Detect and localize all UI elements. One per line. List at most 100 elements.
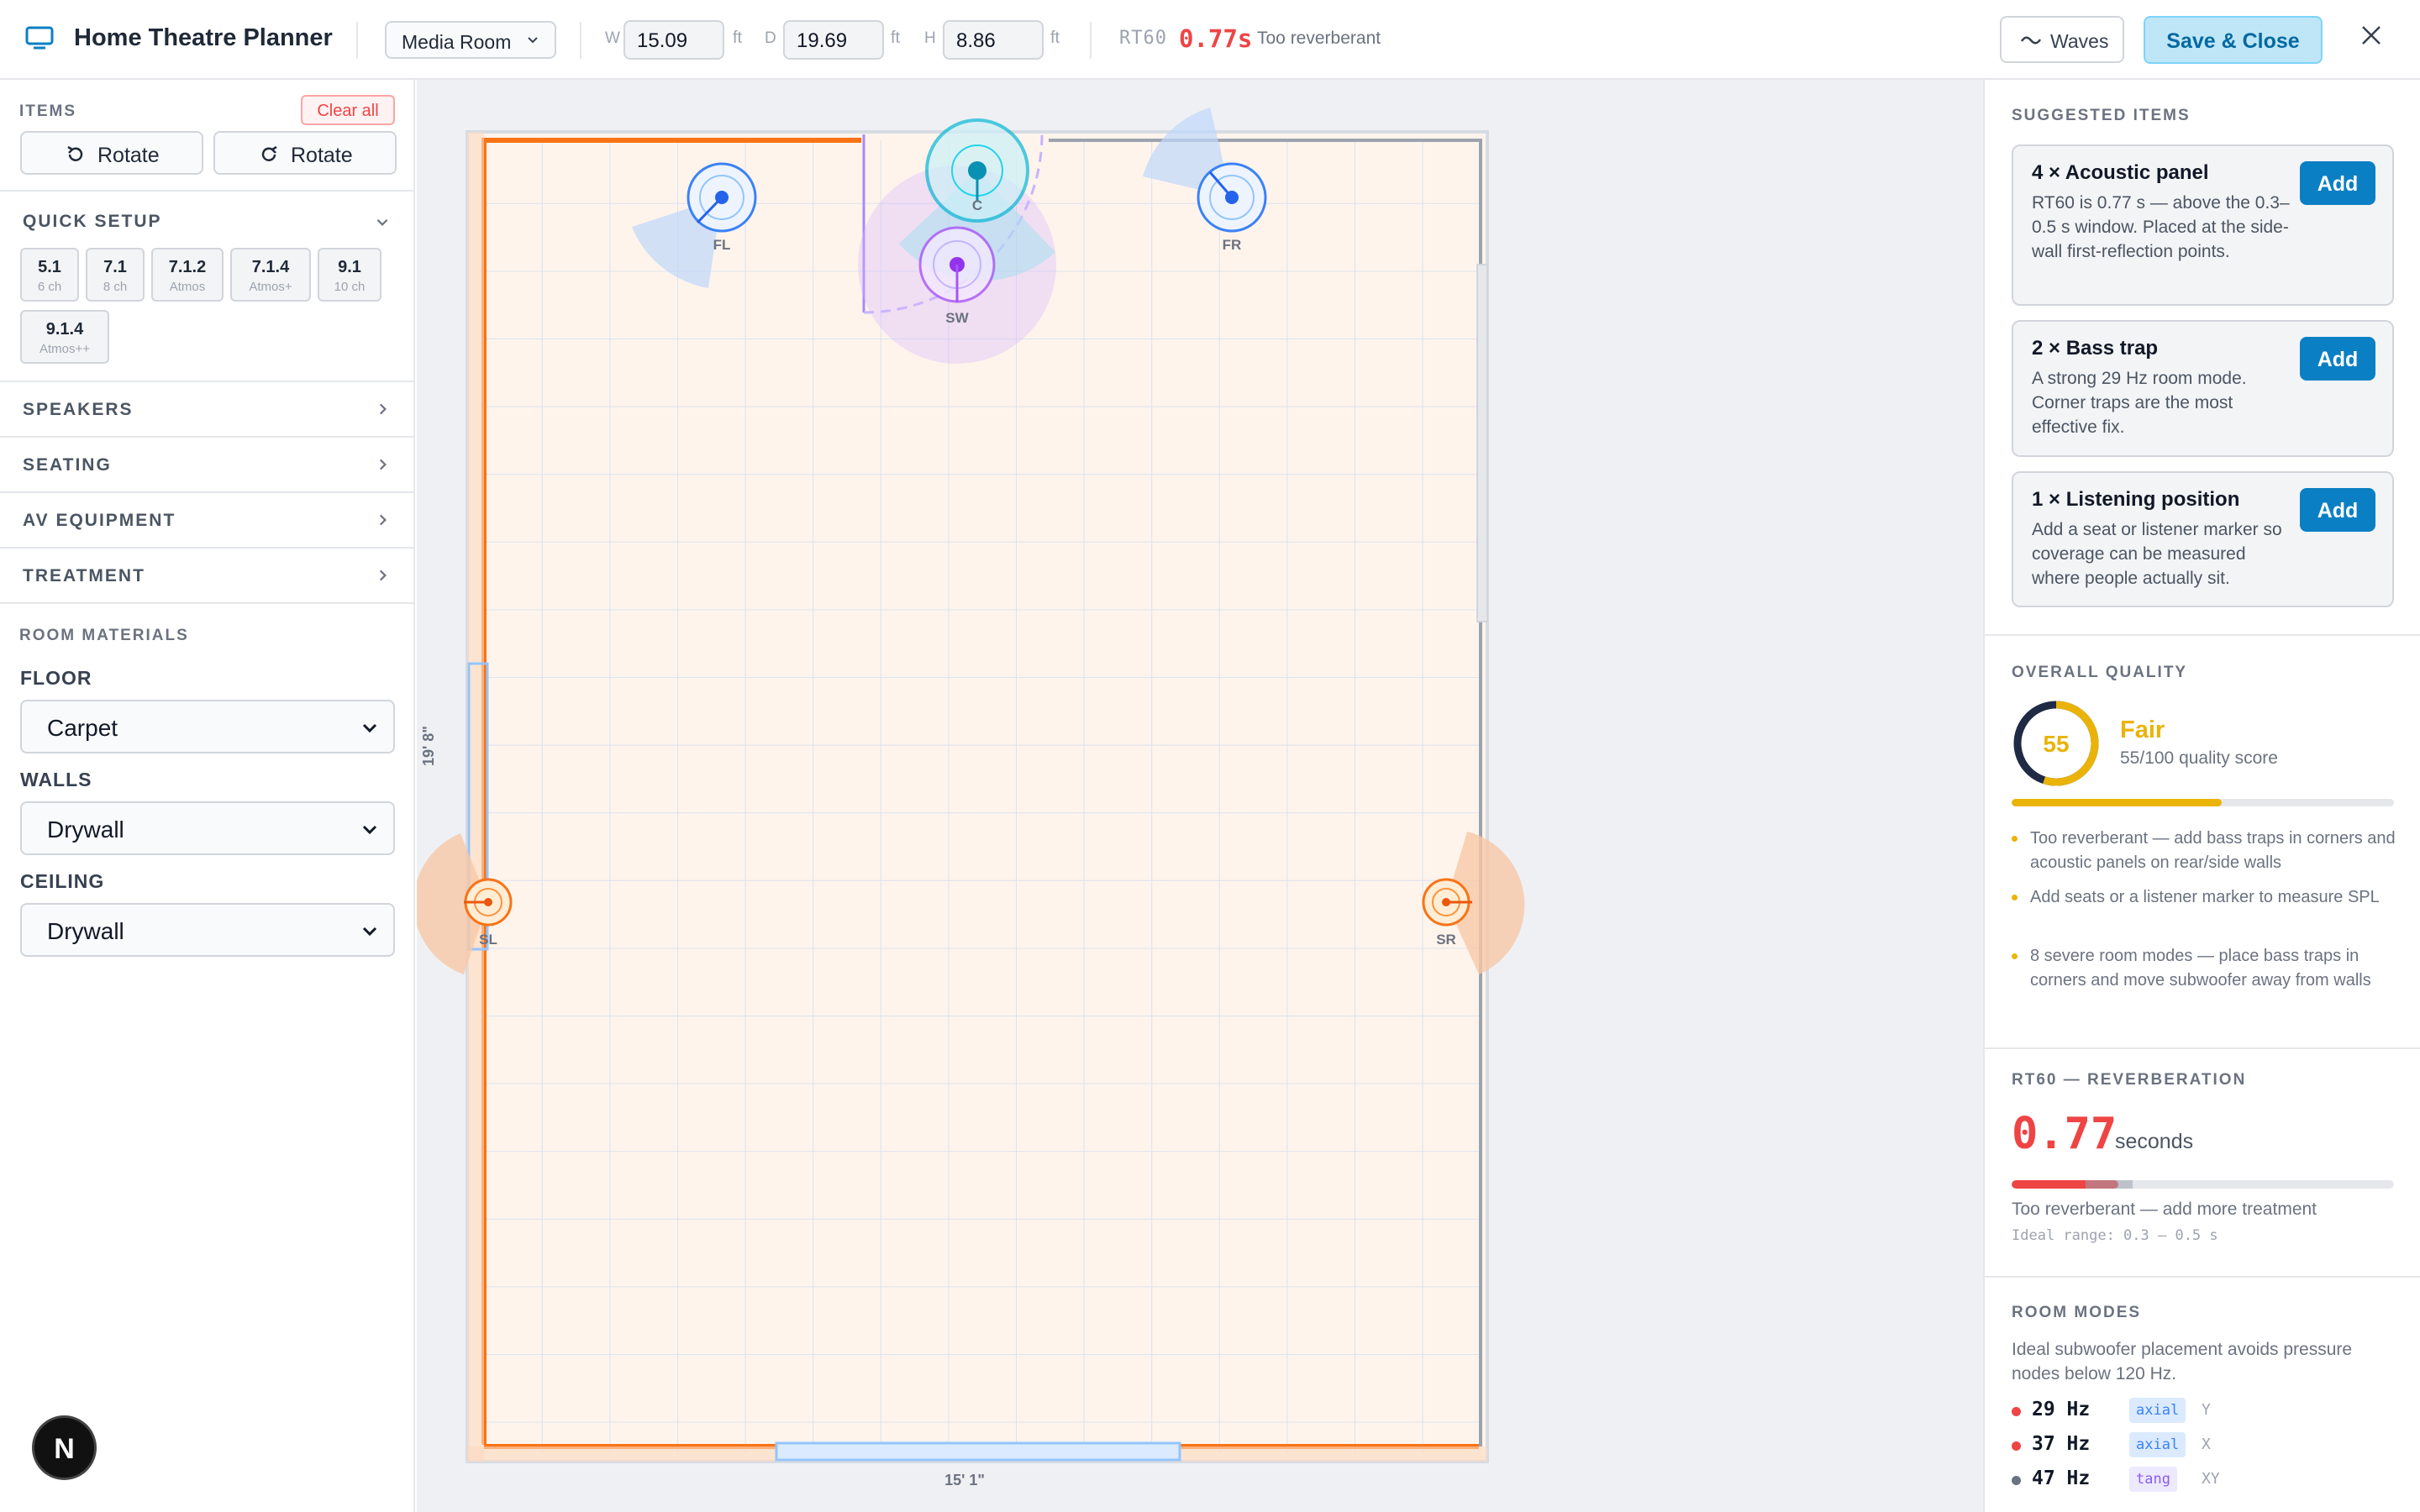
bullet-dot: [2012, 895, 2018, 900]
clear-all-button[interactable]: Clear all: [301, 95, 395, 125]
room-canvas[interactable]: 19' 8" 15' 1" FL FR C SW SL SR: [417, 80, 1983, 1512]
quick-setup-5-1[interactable]: 5.1 6 ch: [20, 248, 79, 302]
quick-setup-title: 7.1.2: [168, 258, 207, 276]
ceiling-material-value: Drywall: [47, 918, 124, 944]
rt60-status: Too reverberant: [1257, 29, 1381, 48]
add-acoustic-panel-button[interactable]: Add: [2300, 161, 2375, 205]
section-seating[interactable]: SEATING: [0, 438, 415, 491]
rt60-value: 0.77s: [1179, 24, 1253, 53]
chevron-down-icon: [528, 37, 538, 44]
quick-setup-sub: Atmos: [169, 280, 206, 294]
rt60-section-label: RT60 — REVERBERATION: [2012, 1071, 2247, 1089]
quick-setup-sub: 10 ch: [334, 280, 366, 294]
mode-frequency: 47 Hz: [2032, 1467, 2091, 1489]
quality-subtitle: 55/100 quality score: [2120, 748, 2278, 768]
add-listening-position-button[interactable]: Add: [2300, 488, 2375, 532]
chevron-down-icon: [362, 825, 377, 835]
chevron-right-icon: [379, 514, 387, 526]
speaker-fl-label: FL: [713, 237, 731, 253]
rotate-ccw-button[interactable]: Rotate: [20, 131, 203, 175]
divider: [1985, 1276, 2420, 1278]
top-toolbar: Home Theatre Planner Media Room W 15.09 …: [0, 0, 2420, 80]
section-label: SPEAKERS: [23, 400, 134, 419]
depth-dimension: 19' 8": [420, 726, 437, 766]
quality-note: 8 severe room modes — place bass traps i…: [2012, 944, 2398, 993]
chevron-down-icon: [362, 927, 377, 937]
mode-type: tang: [2129, 1467, 2177, 1492]
speaker-sw-label: SW: [945, 310, 969, 326]
close-icon[interactable]: [2360, 24, 2383, 47]
chevron-right-icon: [379, 570, 387, 581]
quality-note-text: 8 severe room modes — place bass traps i…: [2030, 947, 2371, 990]
room-preset-value: Media Room: [402, 31, 512, 53]
rotate-cw-button[interactable]: Rotate: [213, 131, 397, 175]
section-treatment[interactable]: TREATMENT: [0, 549, 415, 602]
quality-gauge: 55: [2013, 701, 2099, 786]
speaker-sr-label: SR: [1436, 932, 1456, 948]
waves-label: Waves: [2050, 30, 2109, 52]
floor-plan[interactable]: 19' 8" 15' 1" FL FR C SW SL SR: [417, 80, 1983, 1512]
section-label: AV EQUIPMENT: [23, 511, 176, 530]
save-close-button[interactable]: Save & Close: [2144, 16, 2323, 64]
quality-bar: [2012, 799, 2394, 806]
depth-input[interactable]: 19.69: [783, 20, 884, 60]
suggestion-desc: A strong 29 Hz room mode. Corner traps a…: [2032, 369, 2247, 437]
quality-note: Too reverberant — add bass traps in corn…: [2012, 827, 2398, 875]
rt60-ideal-text: Ideal range: 0.3 – 0.5 s: [2012, 1227, 2218, 1244]
floor-material-select[interactable]: Carpet: [20, 700, 395, 753]
width-label: W: [605, 29, 620, 47]
speaker-c[interactable]: C: [925, 118, 1029, 223]
walls-material-select[interactable]: Drywall: [20, 801, 395, 855]
divider: [0, 602, 415, 604]
bullet-dot: [2012, 953, 2018, 959]
rt60-unit: seconds: [2115, 1130, 2194, 1153]
quick-setup-7-1[interactable]: 7.1 8 ch: [86, 248, 145, 302]
room-mode-row: 29 Hz axial Y: [2012, 1396, 2398, 1430]
quick-setup-title: 7.1: [103, 258, 127, 276]
section-av-equipment[interactable]: AV EQUIPMENT: [0, 493, 415, 547]
suggestion-title: 2 × Bass trap: [2032, 337, 2159, 360]
mode-type: axial: [2129, 1432, 2186, 1457]
room-modes-desc: Ideal subwoofer placement avoids pressur…: [2012, 1340, 2353, 1383]
add-bass-trap-button[interactable]: Add: [2300, 337, 2375, 381]
rt60-advice: Too reverberant — add more treatment: [2012, 1200, 2317, 1219]
waves-button[interactable]: Waves: [2000, 16, 2124, 63]
analysis-panel: SUGGESTED ITEMS 4 × Acoustic panel RT60 …: [1983, 80, 2420, 1512]
walls-label: WALLS: [20, 769, 92, 790]
suggestion-title: 4 × Acoustic panel: [2032, 161, 2209, 184]
chevron-down-icon[interactable]: [375, 214, 390, 229]
quality-note-text: Add seats or a listener marker to measur…: [2030, 888, 2380, 906]
divider: [356, 22, 358, 59]
chevron-down-icon: [362, 723, 377, 733]
suggestion-desc: RT60 is 0.77 s — above the 0.3–0.5 s win…: [2032, 193, 2290, 261]
room-preset-select[interactable]: Media Room: [385, 21, 556, 59]
app-title: Home Theatre Planner: [74, 24, 333, 51]
quick-setup-sub: Atmos+: [249, 280, 292, 294]
divider: [0, 190, 415, 192]
quick-setup-7-1-2[interactable]: 7.1.2 Atmos: [151, 248, 224, 302]
wave-icon: [2020, 36, 2042, 45]
floor-material-value: Carpet: [47, 715, 118, 741]
ceiling-material-select[interactable]: Drywall: [20, 903, 395, 957]
mode-type: axial: [2129, 1398, 2186, 1423]
window-bottom: [775, 1441, 1181, 1462]
quick-setup-9-1-4[interactable]: 9.1.4 Atmos++: [20, 310, 109, 364]
severity-dot: [2012, 1476, 2021, 1485]
section-speakers[interactable]: SPEAKERS: [0, 382, 415, 436]
quality-score: 55: [2043, 731, 2069, 757]
nextjs-badge[interactable]: N: [32, 1415, 97, 1480]
width-unit: ft: [733, 29, 743, 47]
height-input[interactable]: 8.86: [943, 20, 1044, 60]
monitor-icon: [25, 26, 54, 50]
divider: [1090, 22, 1092, 59]
mode-axis: X: [2202, 1436, 2211, 1453]
quick-setup-9-1[interactable]: 9.1 10 ch: [318, 248, 381, 302]
suggestion-card: 1 × Listening position Add a seat or lis…: [2012, 471, 2394, 607]
quick-setup-7-1-4[interactable]: 7.1.4 Atmos+: [230, 248, 311, 302]
quick-setup-sub: 8 ch: [103, 280, 128, 294]
quick-setup-title: 5.1: [38, 258, 61, 276]
width-input[interactable]: 15.09: [623, 20, 724, 60]
suggestion-title: 1 × Listening position: [2032, 488, 2240, 511]
room-materials-label: ROOM MATERIALS: [19, 627, 189, 644]
suggestion-card: 4 × Acoustic panel RT60 is 0.77 s — abov…: [2012, 144, 2394, 306]
